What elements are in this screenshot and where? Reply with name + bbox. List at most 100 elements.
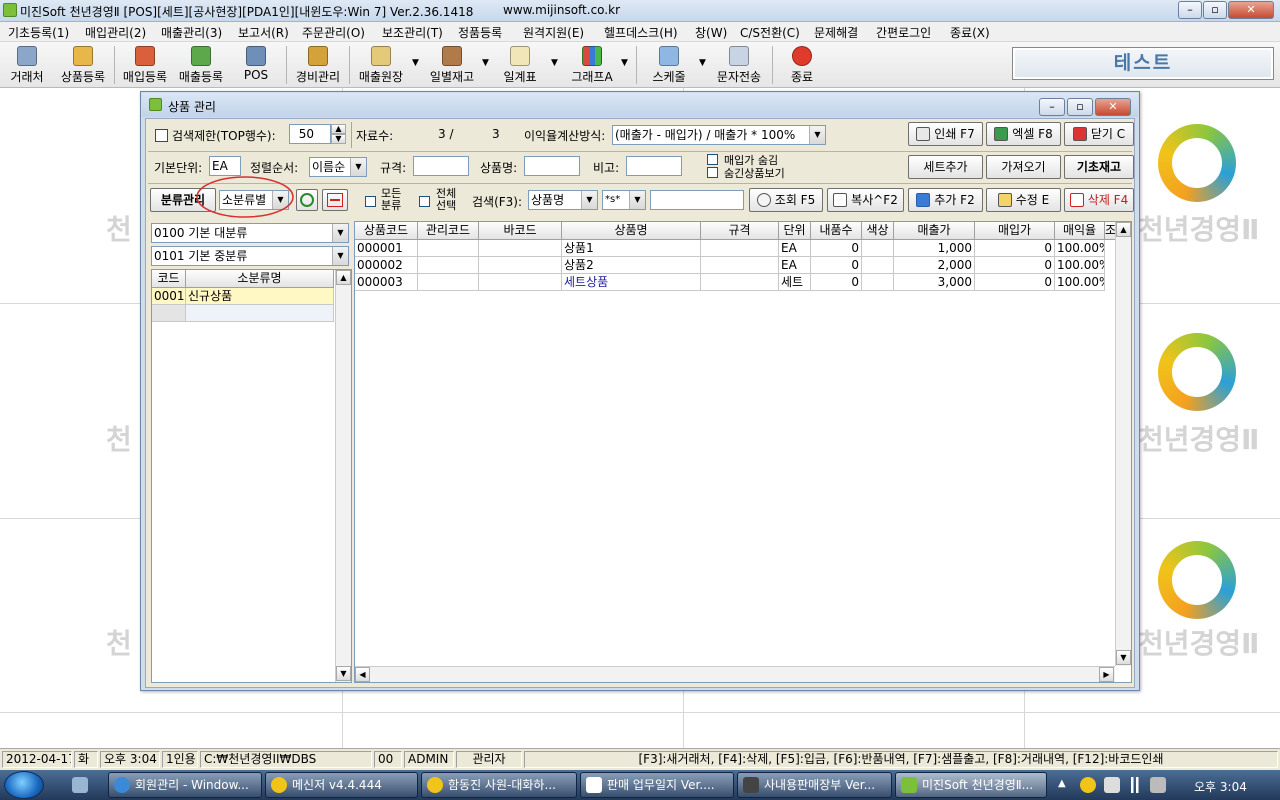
toolbar-sales-button[interactable]: 매출등록 <box>174 44 228 86</box>
menu-quick-login[interactable]: 간편로그인 <box>876 24 931 41</box>
window-maximize-icon[interactable]: ▫ <box>1067 98 1093 116</box>
remove-button[interactable] <box>322 189 348 211</box>
close-icon[interactable]: ✕ <box>1228 1 1274 19</box>
search-limit-input[interactable]: 50 <box>289 124 331 144</box>
menu-exit[interactable]: 종료(X) <box>950 24 990 41</box>
cell-sale-price[interactable]: 1,000 <box>894 240 975 257</box>
product-name-input[interactable] <box>524 156 580 176</box>
scroll-up-icon[interactable]: ▲ <box>336 270 351 285</box>
menu-register[interactable]: 정품등록 <box>458 24 502 41</box>
col-header-product-code[interactable]: 상품코드 <box>355 222 418 240</box>
scroll-down-icon[interactable]: ▼ <box>1116 650 1131 665</box>
spin-down-icon[interactable]: ▼ <box>331 134 346 144</box>
cell-pack-qty[interactable]: 0 <box>811 274 862 291</box>
toolbar-daily-stock-button[interactable]: 일별재고 <box>424 44 480 86</box>
taskbar-item-sales-log[interactable]: 판매 업무일지 Ver.... <box>580 772 734 798</box>
search-field-select[interactable]: 상품명 ▼ <box>528 190 598 210</box>
cell-sale-price[interactable]: 2,000 <box>894 257 975 274</box>
menu-order[interactable]: 주문관리(O) <box>302 24 365 41</box>
cell-color[interactable] <box>862 257 894 274</box>
tray-expand-icon[interactable]: ▲ <box>1058 778 1066 789</box>
subcategory-code-cell[interactable]: 0001 <box>152 288 186 305</box>
set-add-button[interactable]: 세트추가 <box>908 155 983 179</box>
cell-color[interactable] <box>862 240 894 257</box>
tray-messenger-icon[interactable] <box>1080 777 1096 793</box>
cell-cost-price[interactable]: 0 <box>975 257 1055 274</box>
middle-category-select[interactable]: 0101 기본 중분류 ▼ <box>151 246 349 266</box>
search-mode-select[interactable]: *s* ▼ <box>602 190 646 210</box>
cell-sale-price[interactable]: 3,000 <box>894 274 975 291</box>
cell-cost-price[interactable]: 0 <box>975 274 1055 291</box>
cell-mgmt-code[interactable] <box>418 240 479 257</box>
window-minimize-icon[interactable]: – <box>1039 98 1065 116</box>
cell-barcode[interactable] <box>479 240 562 257</box>
note-input[interactable] <box>626 156 682 176</box>
col-header-product-name[interactable]: 상품명 <box>562 222 701 240</box>
toolbar-purchase-button[interactable]: 매입등록 <box>118 44 172 86</box>
col-header-barcode[interactable]: 바코드 <box>479 222 562 240</box>
cell-product-code[interactable]: 000002 <box>355 257 418 274</box>
graph-dropdown-arrow[interactable]: ▼ <box>621 58 628 68</box>
close-window-button[interactable]: 닫기 C <box>1064 122 1134 146</box>
col-header-unit[interactable]: 단위 <box>779 222 811 240</box>
scroll-right-icon[interactable]: ▶ <box>1099 667 1114 682</box>
menu-aux[interactable]: 보조관리(T) <box>382 24 443 41</box>
hide-cost-checkbox[interactable] <box>707 154 718 165</box>
excel-button[interactable]: 엑셀 F8 <box>986 122 1061 146</box>
cell-product-code[interactable]: 000001 <box>355 240 418 257</box>
minimize-icon[interactable]: – <box>1178 1 1202 19</box>
cell-spec[interactable] <box>701 240 779 257</box>
cell-barcode[interactable] <box>479 257 562 274</box>
search-limit-checkbox[interactable] <box>155 129 168 142</box>
product-grid-vscrollbar[interactable]: ▲ ▼ <box>1115 222 1131 666</box>
add-button[interactable]: 추가 F2 <box>908 188 983 212</box>
scroll-down-icon[interactable]: ▼ <box>336 666 351 681</box>
all-category-checkbox[interactable] <box>365 196 376 207</box>
cell-margin-rate[interactable]: 100.00% <box>1055 274 1105 291</box>
network-icon[interactable] <box>1128 777 1144 793</box>
menu-cs[interactable]: C/S전환(C) <box>740 24 800 41</box>
col-header-pack-qty[interactable]: 내품수 <box>811 222 862 240</box>
cell-product-name[interactable]: 세트상품 <box>562 274 701 291</box>
col-header-sale-price[interactable]: 매출가 <box>894 222 975 240</box>
search-input[interactable] <box>650 190 744 210</box>
report-dropdown-arrow[interactable]: ▼ <box>551 58 558 68</box>
cell-barcode[interactable] <box>479 274 562 291</box>
stock-dropdown-arrow[interactable]: ▼ <box>482 58 489 68</box>
menu-report[interactable]: 보고서(R) <box>238 24 289 41</box>
menu-basic[interactable]: 기초등록(1) <box>8 24 69 41</box>
menu-purchase[interactable]: 매입관리(2) <box>85 24 146 41</box>
cell-spec[interactable] <box>701 257 779 274</box>
menu-helpdesk[interactable]: 헬프데스크(H) <box>604 24 678 41</box>
maximize-icon[interactable]: ▫ <box>1203 1 1227 19</box>
cell-unit[interactable]: EA <box>779 240 811 257</box>
cell-cost-price[interactable]: 0 <box>975 240 1055 257</box>
major-category-select[interactable]: 0100 기본 대분류 ▼ <box>151 223 349 243</box>
tray-device-icon[interactable] <box>1104 777 1120 793</box>
spec-input[interactable] <box>413 156 469 176</box>
ledger-dropdown-arrow[interactable]: ▼ <box>412 58 419 68</box>
toolbar-customer-button[interactable]: 거래처 <box>4 44 50 86</box>
show-hidden-checkbox[interactable] <box>707 167 718 178</box>
volume-muted-icon[interactable] <box>1150 777 1166 793</box>
cell-unit[interactable]: EA <box>779 257 811 274</box>
toolbar-schedule-button[interactable]: 스케줄 <box>644 44 694 86</box>
sort-order-select[interactable]: 이름순 ▼ <box>309 157 367 177</box>
toolbar-pos-button[interactable]: POS <box>234 44 278 86</box>
menu-troubleshoot[interactable]: 문제해결 <box>814 24 858 41</box>
scroll-left-icon[interactable]: ◀ <box>355 667 370 682</box>
cell-unit[interactable]: 세트 <box>779 274 811 291</box>
edit-button[interactable]: 수정 E <box>986 188 1061 212</box>
cell-pack-qty[interactable]: 0 <box>811 257 862 274</box>
cell-mgmt-code[interactable] <box>418 274 479 291</box>
subcategory-header-code[interactable]: 코드 <box>152 270 186 288</box>
menu-remote[interactable]: 원격지원(E) <box>523 24 584 41</box>
col-header-spec[interactable]: 규격 <box>701 222 779 240</box>
col-header-cost-price[interactable]: 매입가 <box>975 222 1055 240</box>
import-button[interactable]: 가져오기 <box>986 155 1061 179</box>
cell-color[interactable] <box>862 274 894 291</box>
menu-sales[interactable]: 매출관리(3) <box>161 24 222 41</box>
taskbar-item-chat[interactable]: 함동진 사원-대화하... <box>421 772 577 798</box>
copy-button[interactable]: 복사^F2 <box>827 188 904 212</box>
cell-spec[interactable] <box>701 274 779 291</box>
